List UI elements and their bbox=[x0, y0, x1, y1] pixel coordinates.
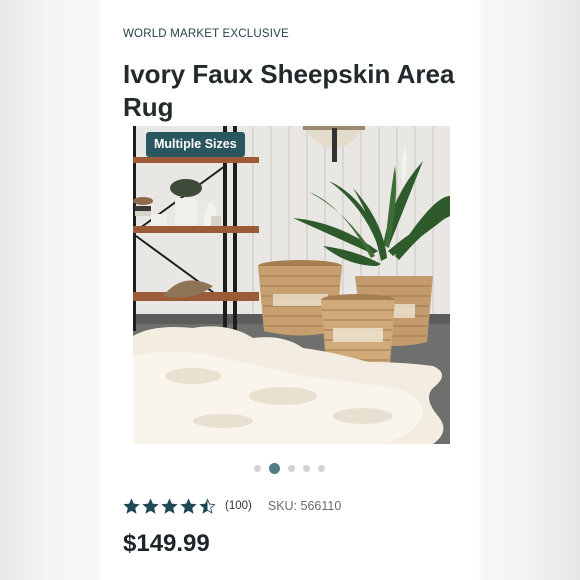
rating-row: (100) SKU: 566110 bbox=[123, 497, 341, 515]
carousel-dots bbox=[254, 462, 325, 474]
brand-eyebrow: WORLD MARKET EXCLUSIVE bbox=[123, 28, 289, 40]
product-title: Ivory Faux Sheepskin Area Rug bbox=[123, 59, 455, 122]
product-price: $149.99 bbox=[123, 530, 210, 557]
carousel-dot[interactable] bbox=[303, 464, 310, 472]
carousel-dot[interactable] bbox=[318, 464, 325, 472]
star-half-icon bbox=[199, 497, 216, 514]
sku-label: SKU: 566110 bbox=[267, 499, 342, 513]
star-full-icon bbox=[180, 497, 197, 514]
review-count[interactable]: (100) bbox=[225, 500, 252, 512]
star-full-icon bbox=[161, 497, 178, 514]
multiple-sizes-badge: Multiple Sizes bbox=[146, 132, 245, 157]
star-full-icon bbox=[142, 497, 159, 514]
carousel-dot[interactable] bbox=[288, 464, 295, 472]
carousel-dot[interactable] bbox=[254, 464, 261, 472]
star-full-icon bbox=[123, 497, 140, 514]
carousel-dot[interactable] bbox=[269, 462, 280, 474]
star-rating[interactable] bbox=[123, 497, 216, 515]
product-image[interactable] bbox=[133, 126, 450, 444]
